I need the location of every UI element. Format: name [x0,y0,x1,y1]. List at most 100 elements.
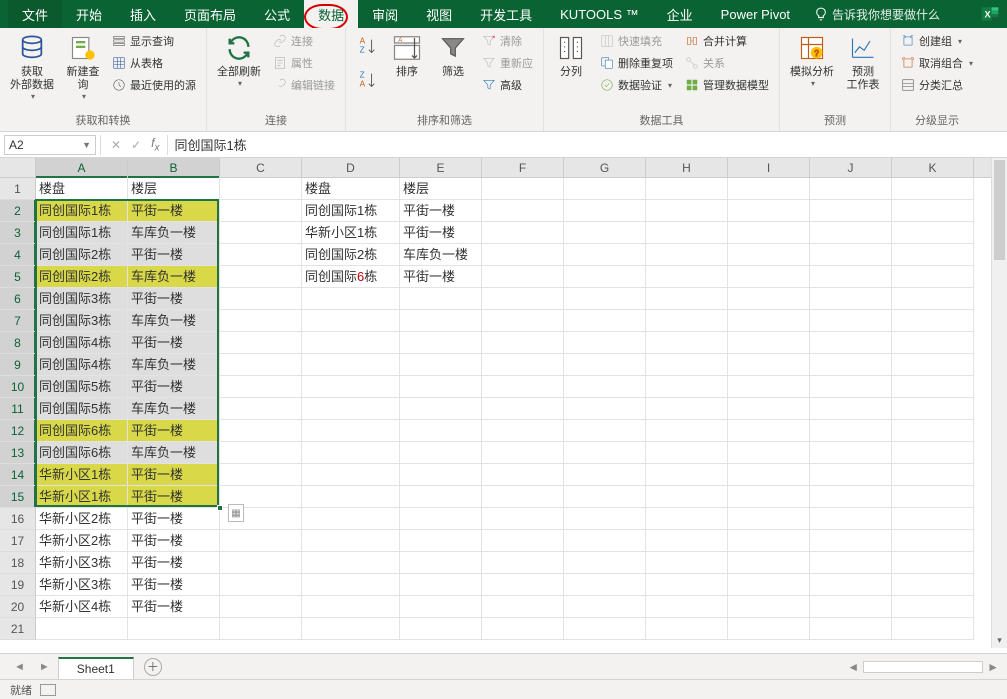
refresh-all-button[interactable]: 全部刷新 ▾ [213,30,265,90]
row-header-3[interactable]: 3 [0,222,36,244]
cell-J13[interactable] [810,442,892,464]
cell-J3[interactable] [810,222,892,244]
cell-I5[interactable] [728,266,810,288]
col-header-F[interactable]: F [482,158,564,177]
macro-record-button[interactable] [40,684,56,696]
cell-H18[interactable] [646,552,728,574]
cell-E8[interactable] [400,332,482,354]
cell-A9[interactable]: 同创国际4栋 [36,354,128,376]
cell-B5[interactable]: 车库负一楼 [128,266,220,288]
cell-G20[interactable] [564,596,646,618]
cell-G9[interactable] [564,354,646,376]
cell-K4[interactable] [892,244,974,266]
cell-K18[interactable] [892,552,974,574]
cell-H16[interactable] [646,508,728,530]
advanced-filter-button[interactable]: 高级 [478,74,537,96]
cell-B10[interactable]: 平街一楼 [128,376,220,398]
cell-I19[interactable] [728,574,810,596]
row-header-15[interactable]: 15 [0,486,36,508]
cell-I10[interactable] [728,376,810,398]
cell-H12[interactable] [646,420,728,442]
show-queries-button[interactable]: 显示查询 [108,30,200,52]
cell-G1[interactable] [564,178,646,200]
row-header-10[interactable]: 10 [0,376,36,398]
cell-J17[interactable] [810,530,892,552]
cell-A19[interactable]: 华新小区3栋 [36,574,128,596]
cell-J4[interactable] [810,244,892,266]
cell-D19[interactable] [302,574,400,596]
cell-F4[interactable] [482,244,564,266]
cell-A2[interactable]: 同创国际1栋 [36,200,128,222]
tab-dev[interactable]: 开发工具 [466,0,546,29]
cell-B18[interactable]: 平街一楼 [128,552,220,574]
cell-K20[interactable] [892,596,974,618]
tab-home[interactable]: 开始 [62,0,116,29]
cell-H9[interactable] [646,354,728,376]
cell-K10[interactable] [892,376,974,398]
selection-handle[interactable] [217,505,223,511]
cell-C5[interactable] [220,266,302,288]
cell-E18[interactable] [400,552,482,574]
row-header-1[interactable]: 1 [0,178,36,200]
cell-A13[interactable]: 同创国际6栋 [36,442,128,464]
cell-C21[interactable] [220,618,302,640]
cell-H2[interactable] [646,200,728,222]
cell-A18[interactable]: 华新小区3栋 [36,552,128,574]
add-sheet-button[interactable]: ＋ [144,658,162,676]
row-header-11[interactable]: 11 [0,398,36,420]
cell-J6[interactable] [810,288,892,310]
tab-insert[interactable]: 插入 [116,0,170,29]
cell-E11[interactable] [400,398,482,420]
row-header-8[interactable]: 8 [0,332,36,354]
cell-A11[interactable]: 同创国际5栋 [36,398,128,420]
cell-A16[interactable]: 华新小区2栋 [36,508,128,530]
cell-I6[interactable] [728,288,810,310]
cells-area[interactable]: 楼盘楼层楼盘楼层同创国际1栋平街一楼同创国际1栋平街一楼同创国际1栋车库负一楼华… [36,178,1007,640]
cell-D5[interactable]: 同创国际6栋 [302,266,400,288]
cell-J12[interactable] [810,420,892,442]
cell-C13[interactable] [220,442,302,464]
formula-input[interactable]: 同创国际1栋 [168,135,1007,154]
cell-D16[interactable] [302,508,400,530]
cell-I18[interactable] [728,552,810,574]
cell-D6[interactable] [302,288,400,310]
cell-K3[interactable] [892,222,974,244]
new-query-button[interactable]: 新建查 询 ▾ [62,30,104,103]
row-header-4[interactable]: 4 [0,244,36,266]
cell-I13[interactable] [728,442,810,464]
cell-G10[interactable] [564,376,646,398]
cell-H1[interactable] [646,178,728,200]
cell-G19[interactable] [564,574,646,596]
cell-G11[interactable] [564,398,646,420]
cell-H8[interactable] [646,332,728,354]
filter-button[interactable]: 筛选 [432,30,474,81]
cell-B21[interactable] [128,618,220,640]
cell-A5[interactable]: 同创国际2栋 [36,266,128,288]
cell-D20[interactable] [302,596,400,618]
cell-C1[interactable] [220,178,302,200]
cell-K11[interactable] [892,398,974,420]
tell-me[interactable]: 告诉我你想要做什么 [814,6,940,23]
cell-K16[interactable] [892,508,974,530]
cell-C3[interactable] [220,222,302,244]
cell-D9[interactable] [302,354,400,376]
cell-I7[interactable] [728,310,810,332]
cell-G14[interactable] [564,464,646,486]
sheet-tab-active[interactable]: Sheet1 [58,657,134,679]
cell-E16[interactable] [400,508,482,530]
cell-A6[interactable]: 同创国际3栋 [36,288,128,310]
row-header-5[interactable]: 5 [0,266,36,288]
cell-F15[interactable] [482,486,564,508]
cell-I16[interactable] [728,508,810,530]
cell-C18[interactable] [220,552,302,574]
cell-H10[interactable] [646,376,728,398]
cell-C20[interactable] [220,596,302,618]
row-headers[interactable]: 123456789101112131415161718192021 [0,178,36,640]
cell-B8[interactable]: 平街一楼 [128,332,220,354]
cell-A7[interactable]: 同创国际3栋 [36,310,128,332]
cell-E10[interactable] [400,376,482,398]
cell-A21[interactable] [36,618,128,640]
cell-F7[interactable] [482,310,564,332]
cell-I20[interactable] [728,596,810,618]
cell-D2[interactable]: 同创国际1栋 [302,200,400,222]
